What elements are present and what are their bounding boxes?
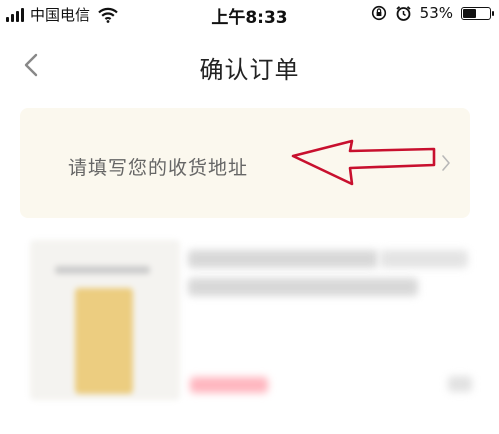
product-thumbnail [30, 240, 180, 400]
signal-icon [6, 7, 24, 22]
carrier-name: 中国电信 [30, 6, 91, 24]
nav-bar: 确认订单 [0, 30, 499, 100]
status-bar-left: 中国电信 [6, 4, 118, 25]
red-arrow-annotation-icon [291, 139, 436, 186]
wifi-icon [98, 7, 118, 23]
battery-percent: 53% [419, 4, 453, 22]
status-bar-right: 53% [371, 4, 494, 22]
alarm-icon [396, 5, 411, 21]
chevron-left-icon[interactable] [18, 48, 46, 82]
product-title-blur [188, 250, 378, 268]
battery-icon [461, 6, 494, 20]
address-placeholder[interactable]: 请填写您的收货地址 [68, 153, 248, 180]
chevron-right-icon[interactable] [440, 153, 452, 173]
status-bar: 中国电信 上午8:33 53% [0, 0, 499, 30]
product-quantity-blur [448, 376, 472, 392]
address-card[interactable]: 请填写您的收货地址 [20, 108, 470, 218]
page-title: 确认订单 [199, 56, 300, 84]
product-price-blur [190, 377, 268, 393]
battery-fill [463, 8, 476, 18]
product-item-blurred [20, 240, 480, 434]
orientation-lock-icon [371, 5, 386, 21]
